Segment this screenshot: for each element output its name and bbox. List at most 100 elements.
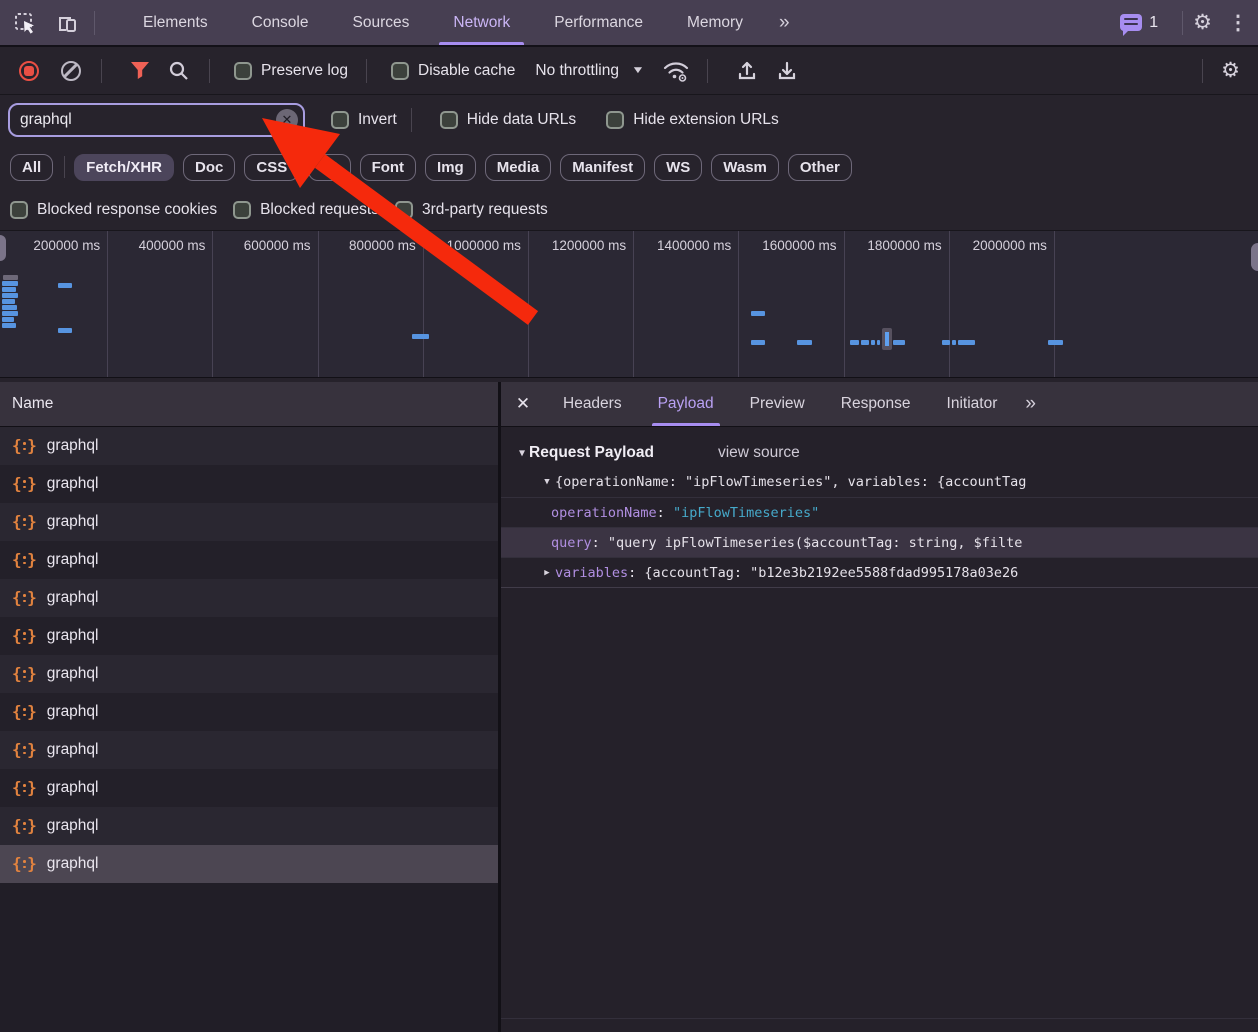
device-toolbar-icon[interactable] bbox=[50, 6, 84, 40]
settings-gear-icon[interactable]: ⚙ bbox=[1193, 12, 1212, 33]
type-chip-wasm[interactable]: Wasm bbox=[711, 154, 779, 181]
checkbox-icon bbox=[331, 111, 349, 129]
checkbox-icon bbox=[233, 201, 251, 219]
request-row[interactable]: {}graphql bbox=[0, 465, 498, 503]
import-har-icon[interactable] bbox=[736, 60, 758, 82]
detail-tab-payload[interactable]: Payload bbox=[640, 382, 732, 426]
tabbar-right-cluster: 1 ⚙ ⋮ bbox=[1120, 10, 1258, 35]
network-overview-timeline[interactable]: 200000 ms400000 ms600000 ms800000 ms1000… bbox=[0, 231, 1258, 378]
type-chip-all[interactable]: All bbox=[10, 154, 53, 181]
issues-bubble-icon bbox=[1120, 14, 1142, 31]
inspect-element-icon[interactable] bbox=[8, 6, 42, 40]
tab-network[interactable]: Network bbox=[431, 0, 532, 45]
request-payload-section[interactable]: ▼ Request Payload view source bbox=[501, 439, 1258, 467]
panel-tabs: ElementsConsoleSourcesNetworkPerformance… bbox=[121, 0, 765, 45]
preserve-log-checkbox[interactable]: Preserve log bbox=[234, 62, 348, 80]
detail-tab-headers[interactable]: Headers bbox=[545, 382, 640, 426]
type-chip-fetchxhr[interactable]: Fetch/XHR bbox=[74, 154, 174, 181]
export-har-icon[interactable] bbox=[776, 60, 798, 82]
tab-performance[interactable]: Performance bbox=[532, 0, 665, 45]
name-column-header[interactable]: Name bbox=[0, 382, 498, 427]
overview-left-handle[interactable] bbox=[0, 235, 6, 261]
filter-icon[interactable] bbox=[130, 61, 150, 80]
search-icon[interactable] bbox=[168, 60, 189, 81]
checkbox-3rd-party-requests[interactable]: 3rd-party requests bbox=[395, 201, 548, 219]
triangle-right-icon[interactable]: ▶ bbox=[539, 568, 555, 578]
detail-tab-preview[interactable]: Preview bbox=[732, 382, 823, 426]
timeline-tick: 200000 ms bbox=[3, 231, 108, 377]
detail-tab-initiator[interactable]: Initiator bbox=[929, 382, 1016, 426]
tab-console[interactable]: Console bbox=[230, 0, 331, 45]
request-bar bbox=[2, 287, 16, 292]
hide-extension-urls-checkbox[interactable]: Hide extension URLs bbox=[606, 111, 779, 129]
type-chip-js[interactable]: JS bbox=[308, 154, 350, 181]
payload-tree-row[interactable]: query: "query ipFlowTimeseries($accountT… bbox=[501, 527, 1258, 557]
request-row[interactable]: {}graphql bbox=[0, 503, 498, 541]
tab-elements[interactable]: Elements bbox=[121, 0, 230, 45]
request-row[interactable]: {}graphql bbox=[0, 579, 498, 617]
overview-right-handle[interactable] bbox=[1251, 243, 1258, 271]
selected-request-marker bbox=[882, 328, 892, 350]
request-bar bbox=[797, 340, 812, 345]
tab-sources[interactable]: Sources bbox=[331, 0, 432, 45]
divider bbox=[94, 11, 95, 35]
request-bar bbox=[1048, 340, 1063, 345]
timeline-tick: 1800000 ms bbox=[845, 231, 950, 377]
request-bar bbox=[3, 275, 18, 280]
request-row[interactable]: {}graphql bbox=[0, 693, 498, 731]
type-chip-manifest[interactable]: Manifest bbox=[560, 154, 645, 181]
clear-filter-icon[interactable]: ✕ bbox=[276, 109, 298, 131]
network-conditions-icon[interactable] bbox=[661, 59, 691, 83]
payload-tree-row[interactable]: ▶variables: {accountTag: "b12e3b2192ee55… bbox=[501, 557, 1258, 587]
detail-tab-response[interactable]: Response bbox=[823, 382, 929, 426]
json-braces-icon: {} bbox=[12, 476, 37, 492]
request-row[interactable]: {}graphql bbox=[0, 845, 498, 883]
request-bar bbox=[58, 283, 72, 288]
request-row[interactable]: {}graphql bbox=[0, 427, 498, 465]
disable-cache-checkbox[interactable]: Disable cache bbox=[391, 62, 515, 80]
kebab-menu-icon[interactable]: ⋮ bbox=[1228, 10, 1248, 35]
type-chip-doc[interactable]: Doc bbox=[183, 154, 235, 181]
resource-type-filters: All Fetch/XHR Doc CSS JS Font Img Media Manifest… bbox=[0, 145, 1258, 189]
type-chip-other[interactable]: Other bbox=[788, 154, 852, 181]
type-chip-media[interactable]: Media bbox=[485, 154, 552, 181]
more-detail-tabs-icon[interactable]: » bbox=[1015, 393, 1048, 415]
close-icon[interactable]: ✕ bbox=[501, 394, 545, 414]
view-source-link[interactable]: view source bbox=[718, 444, 800, 462]
type-chip-ws[interactable]: WS bbox=[654, 154, 702, 181]
invert-checkbox[interactable]: Invert bbox=[331, 111, 397, 129]
issues-indicator[interactable]: 1 bbox=[1120, 14, 1158, 32]
triangle-down-icon[interactable]: ▼ bbox=[539, 477, 555, 487]
more-tabs-icon[interactable]: » bbox=[765, 12, 806, 34]
type-chip-font[interactable]: Font bbox=[360, 154, 416, 181]
tab-memory[interactable]: Memory bbox=[665, 0, 765, 45]
checkbox-blocked-response-cookies[interactable]: Blocked response cookies bbox=[10, 201, 217, 219]
request-row[interactable]: {}graphql bbox=[0, 655, 498, 693]
checkbox-blocked-requests[interactable]: Blocked requests bbox=[233, 201, 379, 219]
lower-split: Name {}graphql{}graphql{}graphql{}graphq… bbox=[0, 382, 1258, 1032]
request-row[interactable]: {}graphql bbox=[0, 617, 498, 655]
request-row[interactable]: {}graphql bbox=[0, 731, 498, 769]
request-row[interactable]: {}graphql bbox=[0, 807, 498, 845]
collapse-triangle-icon: ▼ bbox=[519, 448, 525, 459]
clear-network-log-button[interactable] bbox=[61, 61, 81, 81]
json-braces-icon: {} bbox=[12, 704, 37, 720]
json-braces-icon: {} bbox=[12, 780, 37, 796]
record-network-log-button[interactable] bbox=[19, 61, 39, 81]
request-name: graphql bbox=[47, 665, 99, 683]
type-chip-img[interactable]: Img bbox=[425, 154, 476, 181]
request-row[interactable]: {}graphql bbox=[0, 541, 498, 579]
throttling-value: No throttling bbox=[535, 62, 619, 80]
filter-input[interactable] bbox=[10, 111, 303, 129]
divider bbox=[501, 1018, 1258, 1019]
payload-tree-row[interactable]: operationName: "ipFlowTimeseries" bbox=[501, 497, 1258, 527]
hide-data-urls-checkbox[interactable]: Hide data URLs bbox=[440, 111, 576, 129]
request-bar bbox=[952, 340, 956, 345]
checkbox-icon bbox=[606, 111, 624, 129]
request-row[interactable]: {}graphql bbox=[0, 769, 498, 807]
payload-tree-row[interactable]: ▼{operationName: "ipFlowTimeseries", var… bbox=[501, 467, 1258, 497]
network-settings-gear-icon[interactable]: ⚙ bbox=[1221, 60, 1240, 81]
devtools-window: ElementsConsoleSourcesNetworkPerformance… bbox=[0, 0, 1258, 1032]
type-chip-css[interactable]: CSS bbox=[244, 154, 299, 181]
throttling-select[interactable]: No throttling ▼ bbox=[535, 62, 642, 80]
